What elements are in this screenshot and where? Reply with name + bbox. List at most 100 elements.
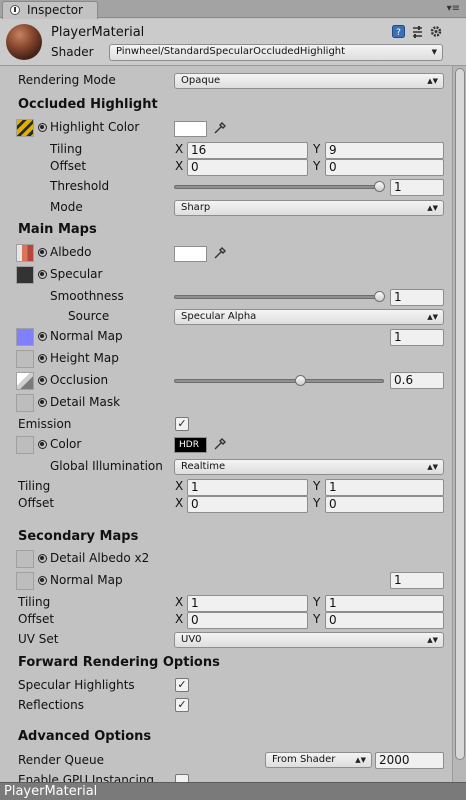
tab-bar: Inspector ▾≡ [0,0,466,19]
highlight-tiling-label: Tiling [50,142,83,156]
x-label: X [175,142,184,156]
gear-icon[interactable] [430,25,443,38]
albedo-color-swatch[interactable] [174,246,207,262]
object-picker-icon[interactable] [38,332,47,341]
specular-highlights-checkbox[interactable]: ✓ [175,678,189,692]
vertical-scrollbar[interactable] [452,66,466,782]
x-label: X [175,612,184,626]
eyedropper-icon[interactable] [213,246,227,260]
emission-texture-slot[interactable] [16,436,34,454]
rendering-mode-value: Opaque [181,75,221,86]
main-tiling-y-field[interactable]: 1 [325,479,444,496]
scrollbar-thumb[interactable] [455,68,465,760]
eyedropper-icon[interactable] [213,437,227,451]
object-picker-icon[interactable] [38,440,47,449]
shader-dropdown[interactable]: Pinwheel/StandardSpecularOccludedHighlig… [109,44,443,61]
object-picker-icon[interactable] [38,123,47,132]
height-map-label: Height Map [50,351,119,365]
secondary-offset-x-field[interactable]: 0 [187,612,308,629]
threshold-slider-track[interactable] [174,185,384,189]
object-picker-icon[interactable] [38,398,47,407]
secondary-tiling-x-field[interactable]: 1 [187,595,308,612]
secondary-normal-scale-field[interactable]: 1 [390,572,444,589]
secondary-offset-y-field[interactable]: 0 [325,612,444,629]
render-queue-dropdown[interactable]: From Shader ▲▼ [265,752,372,768]
specular-texture-slot[interactable] [16,266,34,284]
secondary-tiling-y-field[interactable]: 1 [325,595,444,612]
global-illumination-dropdown[interactable]: Realtime ▲▼ [174,459,444,475]
specular-highlights-label: Specular Highlights [18,678,135,692]
occlusion-slider-track[interactable] [174,379,384,383]
threshold-field[interactable]: 1 [390,179,444,196]
highlight-tiling-x-field[interactable]: 16 [187,142,308,159]
detail-mask-texture-slot[interactable] [16,394,34,412]
highlight-color-swatch[interactable] [174,121,207,137]
y-label: Y [313,142,321,156]
emission-label: Emission [18,417,72,431]
detail-albedo-texture-slot[interactable] [16,550,34,568]
render-queue-field[interactable]: 2000 [375,752,444,769]
height-map-texture-slot[interactable] [16,350,34,368]
occlusion-slider-handle[interactable] [295,375,306,386]
occlusion-label: Occlusion [50,373,109,387]
secondary-tiling-label: Tiling [18,595,51,609]
inspector-content: Rendering Mode Opaque ▲▼ Occluded Highlig… [0,67,452,782]
object-picker-icon[interactable] [38,354,47,363]
emission-hdr-swatch[interactable]: HDR [174,437,207,453]
global-illumination-value: Realtime [181,461,226,472]
main-maps-title: Main Maps [18,222,97,237]
uv-set-dropdown[interactable]: UV0 ▲▼ [174,632,444,648]
preview-footer[interactable]: PlayerMaterial [0,782,466,800]
secondary-normal-texture-slot[interactable] [16,572,34,590]
main-offset-y-field[interactable]: 0 [325,496,444,513]
emission-checkbox[interactable]: ✓ [175,417,189,431]
occlusion-field[interactable]: 0.6 [390,372,444,389]
secondary-normal-label: Normal Map [50,573,123,587]
mode-label: Mode [50,200,83,214]
x-label: X [175,479,184,493]
gpu-instancing-checkbox[interactable] [175,774,189,782]
material-name: PlayerMaterial [51,25,145,40]
eyedropper-icon[interactable] [213,121,227,135]
source-dropdown[interactable]: Specular Alpha ▲▼ [174,309,444,325]
reflections-checkbox[interactable]: ✓ [175,698,189,712]
occlusion-texture-slot[interactable] [16,372,34,390]
normal-map-label: Normal Map [50,329,123,343]
main-offset-label: Offset [18,496,55,510]
material-header: PlayerMaterial Shader Pinwheel/StandardS… [0,19,466,66]
detail-albedo-label: Detail Albedo x2 [50,551,150,565]
object-picker-icon[interactable] [38,376,47,385]
highlight-tiling-y-field[interactable]: 9 [325,142,444,159]
smoothness-slider-track[interactable] [174,295,384,299]
svg-text:?: ? [396,28,401,38]
shader-label: Shader [51,45,94,59]
threshold-slider-handle[interactable] [374,181,385,192]
main-tiling-x-field[interactable]: 1 [187,479,308,496]
object-picker-icon[interactable] [38,576,47,585]
secondary-maps-title: Secondary Maps [18,529,139,544]
tab-label: Inspector [27,3,83,17]
y-label: Y [313,612,321,626]
smoothness-label: Smoothness [50,289,124,303]
object-picker-icon[interactable] [38,248,47,257]
help-icon[interactable]: ? [392,25,405,38]
main-offset-x-field[interactable]: 0 [187,496,308,513]
rendering-mode-dropdown[interactable]: Opaque ▲▼ [174,73,444,89]
tab-inspector[interactable]: Inspector [2,1,98,19]
smoothness-field[interactable]: 1 [390,289,444,306]
normal-map-scale-field[interactable]: 1 [390,329,444,346]
preset-icon[interactable] [411,25,424,38]
smoothness-slider-handle[interactable] [374,291,385,302]
rendering-mode-label: Rendering Mode [18,73,116,87]
y-label: Y [313,595,321,609]
tab-menu-icon[interactable]: ▾≡ [447,3,460,14]
x-label: X [175,595,184,609]
albedo-texture-slot[interactable] [16,244,34,262]
object-picker-icon[interactable] [38,554,47,563]
highlight-offset-y-field[interactable]: 0 [325,159,444,176]
normal-map-texture-slot[interactable] [16,328,34,346]
highlight-texture-slot[interactable] [16,119,34,137]
highlight-offset-x-field[interactable]: 0 [187,159,308,176]
mode-dropdown[interactable]: Sharp ▲▼ [174,200,444,216]
object-picker-icon[interactable] [38,270,47,279]
